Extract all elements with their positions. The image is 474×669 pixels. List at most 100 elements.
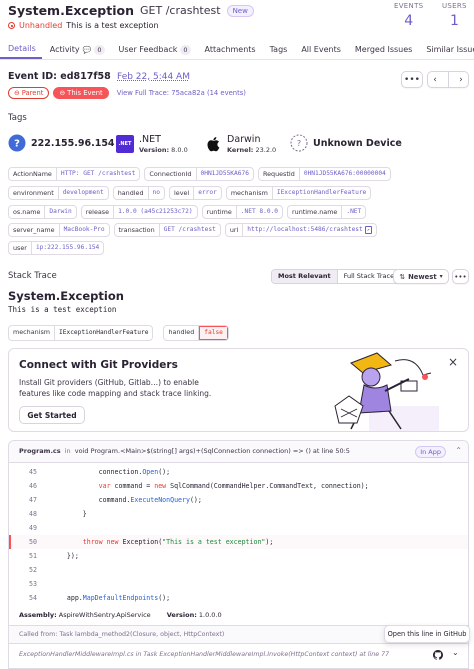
parent-icon: ⊖	[14, 89, 20, 97]
issue-tabs: Details Activity 💬 0 User Feedback 0 Attach…	[0, 40, 474, 60]
events-count: 4	[404, 13, 414, 29]
issue-title: System.Exception	[8, 3, 135, 18]
tag-actionname[interactable]: ActionName HTTP: GET /crashtest	[8, 167, 141, 181]
tab-similar-issues[interactable]: Similar Issues	[418, 40, 474, 59]
chevron-down-icon: ▾	[439, 273, 443, 280]
code-line: 53	[29, 579, 37, 588]
this-event-icon: ⊖	[59, 89, 66, 97]
chevron-down-icon[interactable]: ⌄	[452, 648, 459, 657]
most-relevant-button[interactable]: Most Relevant	[272, 270, 337, 283]
tag-server-name[interactable]: server_name MacBook-Pro	[8, 223, 110, 237]
handled-tag: handled false	[163, 325, 229, 341]
tag-row-4: server_name MacBook-Pro transaction GET /c…	[8, 223, 377, 237]
tag-level[interactable]: level error	[168, 186, 222, 200]
tab-all-events[interactable]: All Events	[293, 40, 347, 59]
exception-value: This is a test exception	[8, 305, 117, 314]
event-id: Event ID: ed817f58 Feb 22, 5:44 AM	[8, 71, 190, 82]
parent-pill[interactable]: ⊖ Parent	[8, 87, 50, 99]
tag-transaction[interactable]: transaction GET /crashtest	[113, 223, 221, 237]
tag-row-1: ActionName HTTP: GET /crashtest Connectio…	[8, 167, 391, 181]
promo-text: Install Git providers (GitHub, Gitlab…) …	[19, 378, 212, 398]
tag-environment[interactable]: environment development	[8, 186, 109, 200]
tag-connectionid[interactable]: ConnectionId 0HN1JD55KA676	[144, 167, 254, 181]
event-date[interactable]: Feb 22, 5:44 AM	[117, 72, 190, 82]
chevron-up-icon[interactable]: ⌃	[455, 446, 462, 455]
tab-merged-issues[interactable]: Merged Issues	[347, 40, 418, 59]
exception-type: System.Exception	[8, 289, 124, 303]
frame-header[interactable]: Program.cs in void Program.<Main>$(strin…	[9, 441, 468, 463]
apple-icon	[204, 135, 222, 153]
new-badge: New	[226, 4, 254, 17]
tag-requestid[interactable]: RequestId 0HN1JD55KA676:00000004	[257, 167, 391, 181]
get-started-button[interactable]: Get Started	[19, 406, 85, 424]
tag-release[interactable]: release 1.0.0 (a45c21253c72)	[80, 205, 198, 219]
tag-os-name[interactable]: os.name Darwin	[8, 205, 77, 219]
tab-activity[interactable]: Activity 💬 0	[42, 40, 111, 59]
code-line: 51 });	[29, 551, 79, 560]
next-frame-row[interactable]: ExceptionHandlerMiddlewareImpl.cs in Tas…	[9, 643, 468, 668]
tab-details[interactable]: Details	[0, 40, 42, 59]
tag-handled[interactable]: handled no	[112, 186, 165, 200]
unhandled-icon	[8, 22, 15, 29]
unknown-device-icon: ?	[290, 134, 308, 152]
close-icon[interactable]: ×	[448, 355, 458, 369]
tag-row-3: os.name Darwin release 1.0.0 (a45c21253c72…	[8, 205, 367, 219]
issue-subtitle: GET /crashtest	[140, 4, 221, 17]
event-nav: ‹ ›	[427, 71, 469, 88]
this-event-pill[interactable]: ⊖ This Event	[53, 87, 109, 99]
frame-line: 50:5	[335, 447, 350, 455]
github-tooltip: Open this line in GitHub	[384, 625, 470, 643]
issue-message: This is a test exception	[66, 21, 159, 30]
full-stack-trace-button[interactable]: Full Stack Trace	[336, 270, 400, 283]
git-providers-promo: Connect with Git Providers Install Git p…	[8, 348, 469, 432]
tag-mechanism[interactable]: mechanism IExceptionHandlerFeature	[225, 186, 372, 200]
tags-title: Tags	[8, 113, 27, 123]
next-event-button[interactable]: ›	[459, 75, 463, 85]
users-count: 1	[449, 13, 459, 29]
in-app-badge: In App	[415, 446, 446, 458]
context-os[interactable]: Darwin Kernel: 23.2.0	[204, 134, 276, 154]
git-illustration	[329, 351, 441, 433]
code-line: 48 }	[29, 509, 87, 518]
frame-file: Program.cs	[19, 447, 61, 455]
context-runtime[interactable]: .NET .NET Version: 8.0.0	[116, 134, 188, 154]
code-line: 46 var command = new SqlCommand(CommandH…	[29, 481, 369, 490]
context-user[interactable]: ? 222.155.96.154	[8, 134, 115, 152]
tag-runtime[interactable]: runtime .NET 8.0.0	[201, 205, 284, 219]
prev-event-button[interactable]: ‹	[433, 75, 437, 85]
events-label: EVENTS	[394, 2, 424, 10]
code-line: 47 command.ExecuteNonQuery();	[29, 495, 202, 504]
mechanism-tag: mechanism IExceptionHandlerFeature	[8, 325, 154, 341]
frame-function: void Program.<Main>$(string[] args)+(Sql…	[74, 447, 334, 455]
tab-tags[interactable]: Tags	[262, 40, 294, 59]
tab-user-feedback[interactable]: User Feedback 0	[111, 40, 197, 59]
comment-icon: 💬	[82, 45, 92, 54]
tag-row-5: user ip:222.155.96.154	[8, 241, 105, 255]
sort-icon: ⇅	[399, 272, 406, 281]
events-stat[interactable]: EVENTS 4	[394, 2, 423, 29]
users-stat[interactable]: USERS 1	[442, 2, 467, 29]
code-line: 49	[29, 523, 37, 532]
code-line: 54 app.MapDefaultEndpoints();	[29, 593, 171, 602]
tab-attachments[interactable]: Attachments	[197, 40, 262, 59]
tag-runtime-name[interactable]: runtime.name .NET	[287, 205, 367, 219]
issue-title-row: System.Exception GET /crashtest New	[8, 3, 254, 18]
external-link-icon[interactable]: ↗	[364, 226, 372, 234]
context-device[interactable]: ? Unknown Device	[290, 134, 402, 152]
tag-row-2: environment development handled no level er…	[8, 186, 372, 200]
dotnet-icon: .NET	[116, 135, 134, 153]
stack-more-button[interactable]: •••	[452, 269, 469, 284]
sort-dropdown[interactable]: ⇅ Newest ▾	[393, 269, 449, 284]
tag-user[interactable]: user ip:222.155.96.154	[8, 241, 105, 255]
svg-text:?: ?	[297, 139, 301, 148]
promo-title: Connect with Git Providers	[19, 359, 178, 371]
event-more-button[interactable]: •••	[401, 71, 423, 88]
code-line: 52	[29, 565, 37, 574]
view-full-trace-link[interactable]: View Full Trace: 75aca82a (14 events)	[117, 89, 246, 97]
stack-view-toggle: Most Relevant Full Stack Trace	[271, 269, 402, 284]
code-line: 45 connection.Open();	[29, 467, 171, 476]
github-icon[interactable]	[433, 650, 443, 663]
tag-url[interactable]: url http://localhost:5486/crashtest ↗	[224, 223, 377, 237]
mechanism-row: mechanism IExceptionHandlerFeature handle…	[8, 325, 229, 341]
user-question-icon: ?	[8, 134, 26, 152]
